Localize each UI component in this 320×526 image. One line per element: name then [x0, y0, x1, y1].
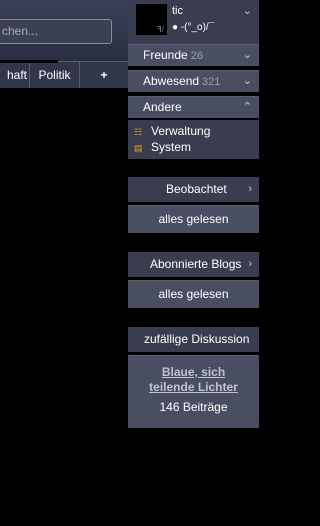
user-panel[interactable]: ꟻ/ tic ● -(°_o)/¯ ⌄ — [128, 0, 259, 44]
friends-group[interactable]: Freunde 26 ⌄ — [128, 44, 259, 66]
watched-header[interactable]: Beobachtet › — [128, 177, 259, 202]
watched-label: Beobachtet — [166, 182, 227, 196]
friends-label: Freunde — [143, 48, 188, 62]
user-status: ● -(°_o)/¯ — [172, 22, 215, 33]
item-label: Verwaltung — [151, 124, 211, 138]
subscribed-label: Abonnierte Blogs — [150, 257, 242, 271]
other-group[interactable]: Andere ⌃ — [128, 96, 259, 118]
chevron-down-icon: ⌄ — [242, 75, 252, 87]
chevron-down-icon[interactable]: ⌄ — [243, 4, 252, 17]
other-group-list: ☷ Verwaltung ▤ System — [128, 120, 259, 159]
active-tab-indicator — [0, 60, 58, 63]
away-count: 321 — [202, 76, 221, 88]
mark-read-label: alles gelesen — [158, 287, 229, 301]
watched-mark-read[interactable]: alles gelesen — [128, 205, 259, 233]
avatar[interactable]: ꟻ/ — [136, 4, 167, 35]
chevron-down-icon: ⌄ — [242, 49, 252, 61]
subscribed-header[interactable]: Abonnierte Blogs › — [128, 252, 259, 277]
admin-icon: ☷ — [134, 127, 143, 137]
discussion-link[interactable]: Blaue, sich teilende Lichter — [128, 365, 259, 395]
tab-wissenschaft[interactable]: haft — [0, 62, 30, 88]
avatar-mark: ꟻ/ — [157, 25, 164, 34]
item-label: System — [151, 140, 192, 154]
chevron-right-icon: › — [248, 183, 252, 195]
random-label: zufällige Diskussion — [144, 332, 250, 346]
list-item-verwaltung[interactable]: ☷ Verwaltung — [134, 124, 210, 139]
away-group[interactable]: Abwesend 321 ⌄ — [128, 70, 259, 92]
other-label: Andere — [143, 100, 182, 114]
list-item-system[interactable]: ▤ System — [134, 140, 191, 155]
random-discussion-header: zufällige Diskussion — [128, 327, 259, 352]
search-input[interactable]: chen... — [0, 19, 112, 44]
chevron-up-icon: ⌃ — [242, 101, 252, 113]
tab-politik[interactable]: Politik — [30, 62, 80, 88]
system-icon: ▤ — [134, 143, 143, 153]
discussion-post-count: 146 Beiträge — [159, 400, 228, 414]
away-label: Abwesend — [143, 74, 200, 88]
friends-count: 26 — [190, 50, 203, 62]
random-discussion-body: Blaue, sich teilende Lichter 146 Beiträg… — [128, 355, 259, 428]
username: tic — [172, 5, 183, 17]
category-tabs: haft Politik + — [0, 61, 128, 88]
top-bar: chen... — [0, 0, 128, 61]
chevron-right-icon: › — [248, 258, 252, 270]
subscribed-mark-read[interactable]: alles gelesen — [128, 280, 259, 308]
add-tab-button[interactable]: + — [80, 62, 128, 88]
mark-read-label: alles gelesen — [158, 212, 229, 226]
